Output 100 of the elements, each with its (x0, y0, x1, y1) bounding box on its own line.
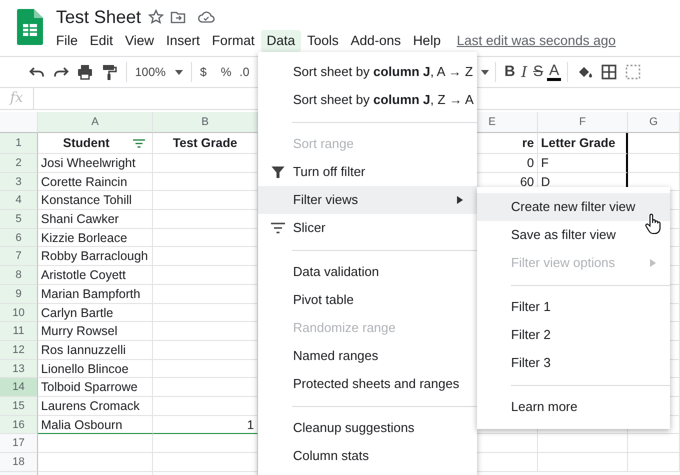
table-cell[interactable]: Tolboid Sparrowe (38, 378, 153, 397)
submenu-arrow-icon (650, 259, 656, 267)
row-header[interactable]: 10 (0, 304, 38, 322)
caret-icon (175, 70, 183, 74)
table-cell[interactable]: Aristotle Coyett (38, 266, 153, 285)
row-header[interactable]: 17 (0, 434, 38, 453)
row-header[interactable]: 7 (0, 247, 38, 266)
percent-button[interactable]: % (218, 63, 234, 81)
table-cell[interactable] (538, 434, 628, 453)
row-header[interactable]: 1 (0, 133, 38, 154)
menu-item[interactable]: Help (406, 30, 447, 52)
borders-icon[interactable] (600, 63, 618, 81)
menu-item[interactable]: Column stats (258, 442, 477, 470)
row-header[interactable]: 3 (0, 172, 38, 192)
table-cell[interactable] (628, 434, 680, 453)
last-edit-link[interactable]: Last edit was seconds ago (456, 30, 616, 52)
currency-button[interactable]: $ (198, 63, 209, 81)
menu-item[interactable]: Filter 1 (477, 293, 670, 321)
row-header[interactable]: 13 (0, 360, 38, 378)
strikethrough-button[interactable]: S (531, 63, 546, 81)
menu-item[interactable]: File (50, 30, 84, 52)
row-header[interactable]: 4 (0, 191, 38, 210)
menu-item[interactable]: Cleanup suggestions (258, 414, 477, 442)
table-cell[interactable]: Josi Wheelwright (38, 154, 153, 173)
column-header[interactable]: A (38, 112, 153, 133)
cloud-icon[interactable] (196, 9, 215, 25)
table-cell[interactable]: Student (38, 133, 153, 154)
menu-item[interactable]: View (119, 30, 160, 52)
menu-item[interactable]: Format (206, 30, 261, 52)
zoom-dropdown[interactable]: 100% (133, 63, 185, 81)
row-header[interactable]: 18 (0, 453, 38, 472)
table-cell[interactable] (628, 453, 680, 472)
table-cell[interactable]: Marian Bampforth (38, 284, 153, 304)
table-cell[interactable]: Shani Cawker (38, 210, 153, 229)
table-cell[interactable] (538, 453, 628, 472)
filter-icon (271, 166, 285, 178)
row-header[interactable]: 12 (0, 340, 38, 360)
table-cell[interactable] (38, 453, 153, 472)
table-cell[interactable]: Robby Barraclough (38, 247, 153, 266)
table-cell[interactable]: Letter Grade (538, 133, 628, 154)
row-header[interactable]: 9 (0, 284, 38, 304)
star-icon[interactable] (148, 9, 164, 25)
table-cell[interactable]: Lionello Blincoe (38, 360, 153, 378)
submenu-arrow-icon (457, 196, 463, 204)
column-heading: Student (63, 135, 110, 152)
decimal-button[interactable]: .0 (237, 63, 252, 81)
row-header[interactable]: 6 (0, 228, 38, 248)
table-cell[interactable]: Konstance Tohill (38, 191, 153, 210)
menu-item[interactable]: Edit (84, 30, 120, 52)
table-cell[interactable]: Laurens Cromack (38, 396, 153, 416)
row-header[interactable]: 16 (0, 416, 38, 434)
italic-button[interactable]: I (519, 63, 530, 81)
table-cell[interactable]: F (538, 154, 628, 173)
table-cell[interactable] (628, 133, 680, 154)
menu-item[interactable]: Filter views (258, 186, 477, 214)
hand-cursor-icon (645, 213, 661, 235)
table-cell[interactable]: Murry Rowsel (38, 322, 153, 341)
table-cell[interactable]: Ros Iannuzzelli (38, 340, 153, 360)
row-header[interactable]: 15 (0, 396, 38, 416)
row-header[interactable]: 5 (0, 210, 38, 229)
menu-item[interactable]: Create new filter view (477, 193, 670, 221)
table-cell[interactable] (628, 154, 680, 173)
menu-item[interactable]: Filter 2 (477, 321, 670, 349)
row-header[interactable]: 2 (0, 154, 38, 173)
menu-item[interactable]: Tools (301, 30, 345, 52)
menu-item[interactable]: Data (260, 30, 302, 52)
column-header[interactable]: B (153, 112, 258, 133)
table-cell[interactable]: Carlyn Bartle (38, 304, 153, 322)
print-icon[interactable] (76, 63, 94, 81)
bold-button[interactable]: B (502, 63, 518, 81)
table-cell[interactable]: Kizzie Borleace (38, 228, 153, 248)
filter-icon[interactable] (133, 138, 145, 148)
table-cell[interactable] (38, 434, 153, 453)
row-header[interactable]: 14 (0, 378, 38, 397)
folder-icon[interactable] (170, 9, 186, 25)
merge-icon[interactable] (624, 63, 642, 81)
caret-icon (481, 70, 490, 74)
menu-item[interactable]: Sort sheet by column J, Z → A (258, 86, 477, 114)
column-header[interactable]: G (628, 112, 680, 133)
row-header[interactable]: 8 (0, 266, 38, 285)
menu-item[interactable]: Pivot table (258, 286, 477, 314)
column-header[interactable]: F (538, 112, 628, 133)
menu-item[interactable]: Learn more (477, 393, 670, 421)
table-cell[interactable]: Malia Osbourn (38, 416, 153, 434)
menu-item[interactable]: Slicer (258, 214, 477, 242)
document-title[interactable]: Test Sheet (56, 6, 142, 28)
corner-cell[interactable] (0, 112, 38, 133)
menu-item[interactable]: Protected sheets and ranges (258, 370, 477, 398)
formula-label: fx (0, 88, 34, 109)
menu-item[interactable]: Insert (160, 30, 206, 52)
table-cell[interactable]: Corette Raincin (38, 172, 153, 192)
menu-item[interactable]: Filter 3 (477, 349, 670, 377)
menu-item[interactable]: Save as filter view (477, 221, 670, 249)
text-color-button[interactable]: A (547, 63, 562, 81)
menu-item[interactable]: Add-ons (344, 30, 407, 52)
paint-format-icon[interactable] (100, 63, 118, 81)
row-header[interactable]: 11 (0, 322, 38, 341)
menu-item[interactable]: Data validation (258, 258, 477, 286)
menu-item[interactable]: Named ranges (258, 342, 477, 370)
menu-item[interactable]: Sort sheet by column J, A → Z (258, 58, 477, 86)
